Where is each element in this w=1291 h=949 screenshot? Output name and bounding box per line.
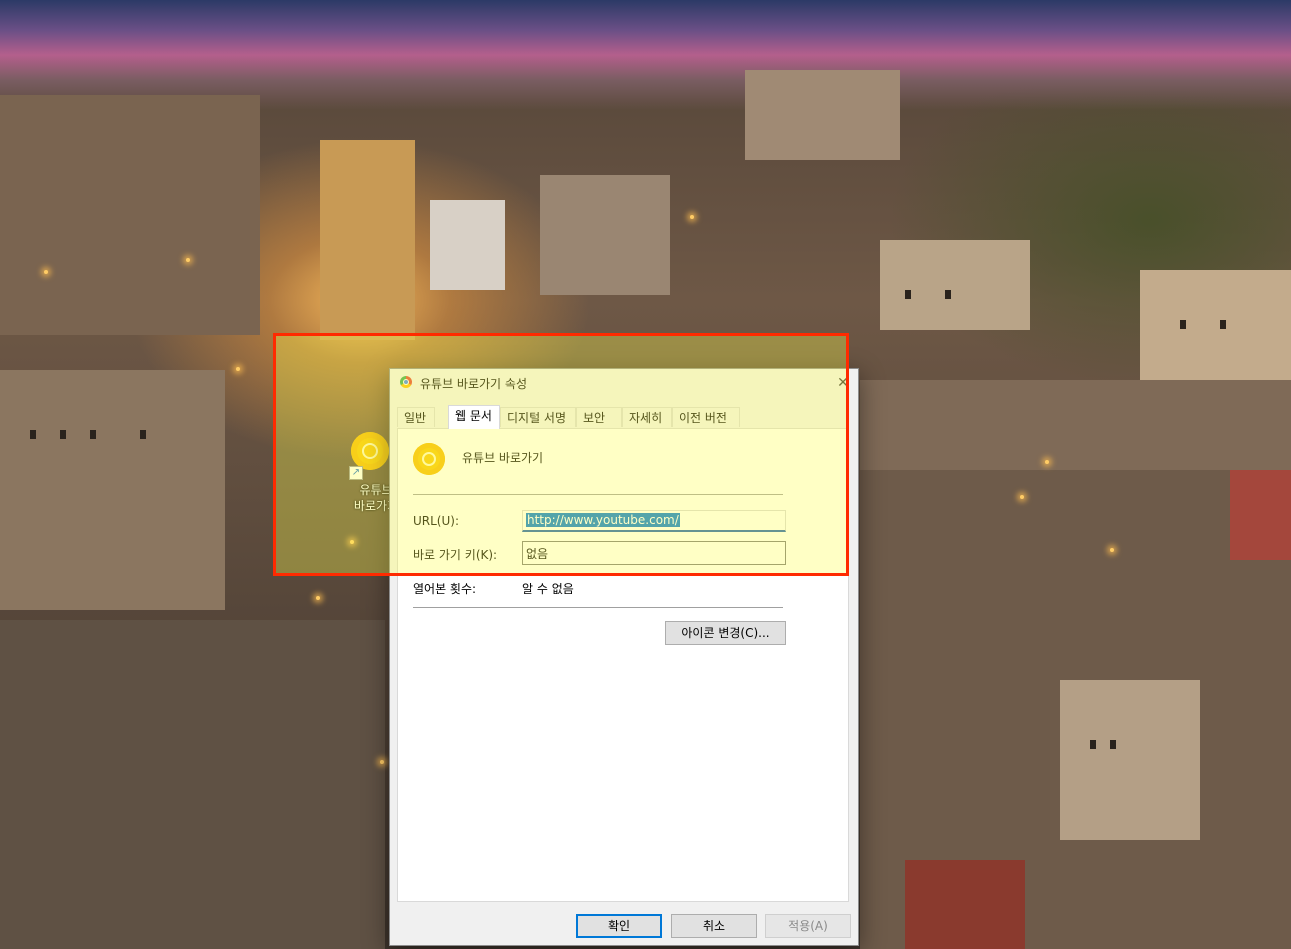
change-icon-button[interactable]: 아이콘 변경(C)... — [665, 621, 786, 645]
visits-value: 알 수 없음 — [522, 582, 574, 596]
chrome-shortcut-icon — [351, 432, 389, 470]
shortcut-arrow-icon: ↗ — [349, 466, 363, 480]
url-value: http://www.youtube.com/ — [526, 513, 680, 527]
chrome-icon — [400, 376, 412, 388]
dialog-titlebar[interactable]: 유튜브 바로가기 속성 ✕ — [390, 369, 858, 397]
apply-button[interactable]: 적용(A) — [765, 914, 851, 938]
tab-general[interactable]: 일반 — [397, 407, 435, 427]
tab-digital-signature[interactable]: 디지털 서명 — [500, 407, 576, 427]
tab-security[interactable]: 보안 — [576, 407, 622, 427]
shortcut-name: 유튜브 바로가기 — [462, 451, 544, 465]
hotkey-label: 바로 가기 키(K): — [413, 548, 498, 562]
ok-button[interactable]: 확인 — [576, 914, 662, 938]
dialog-title: 유튜브 바로가기 속성 — [420, 377, 527, 391]
divider — [413, 494, 783, 495]
hotkey-input[interactable]: 없음 — [522, 541, 786, 565]
shortcut-properties-dialog: 유튜브 바로가기 속성 ✕ 일반 웹 문서 디지털 서명 보안 자세히 이전 버… — [389, 368, 859, 946]
cancel-button[interactable]: 취소 — [671, 914, 757, 938]
tab-details[interactable]: 자세히 — [622, 407, 672, 427]
visits-label: 열어본 횟수: — [413, 582, 477, 596]
web-document-panel: 유튜브 바로가기 URL(U): http://www.youtube.com/… — [397, 428, 849, 902]
tab-previous-versions[interactable]: 이전 버전 — [672, 407, 740, 427]
close-button[interactable]: ✕ — [828, 369, 858, 397]
tab-web-document[interactable]: 웹 문서 — [448, 405, 500, 429]
chrome-shortcut-icon — [413, 443, 445, 475]
url-label: URL(U): — [413, 514, 459, 528]
url-input[interactable]: http://www.youtube.com/ — [522, 510, 786, 532]
divider — [413, 607, 783, 608]
